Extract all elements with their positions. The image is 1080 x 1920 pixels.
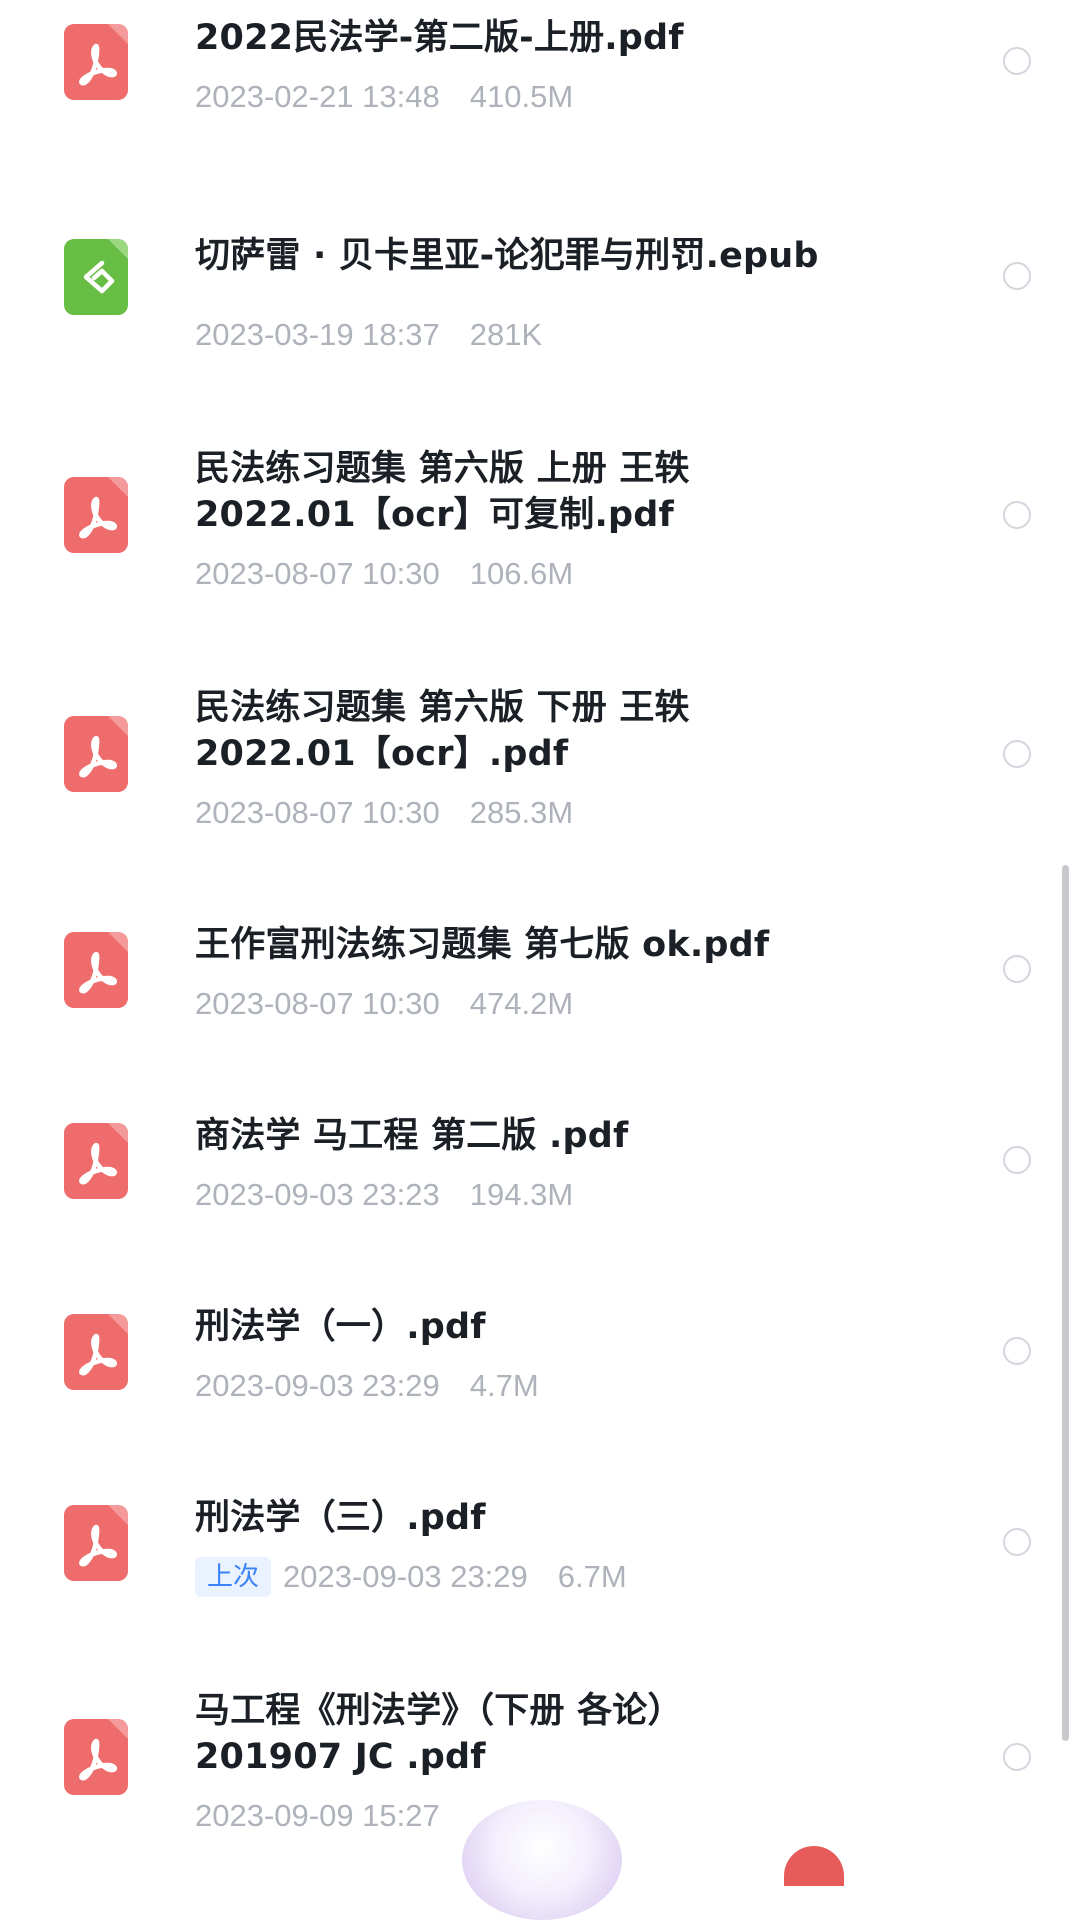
- pdf-icon: [64, 1505, 128, 1581]
- file-name: 刑法学（三）.pdf: [195, 1498, 486, 1538]
- assistant-floating-button[interactable]: [462, 1800, 622, 1920]
- file-date: 2023-02-21 13:48: [195, 79, 440, 114]
- file-meta: 2023-09-09 15:27: [195, 1796, 470, 1836]
- select-radio[interactable]: [1003, 955, 1031, 983]
- pdf-icon: [64, 477, 128, 553]
- select-radio[interactable]: [1003, 1146, 1031, 1174]
- pdf-icon: [64, 716, 128, 792]
- file-date: 2023-08-07 10:30: [195, 795, 440, 830]
- file-date: 2023-08-07 10:30: [195, 986, 440, 1021]
- file-name: 民法练习题集 第六版 上册 王轶 2022.01【ocr】可复制.pdf: [195, 449, 690, 535]
- file-size: 6.7M: [557, 1559, 627, 1594]
- select-radio[interactable]: [1003, 47, 1031, 75]
- file-size: 410.5M: [469, 79, 574, 114]
- file-size: 281K: [469, 317, 543, 352]
- file-date: 2023-09-03 23:29: [283, 1559, 528, 1594]
- file-size: 194.3M: [469, 1177, 574, 1212]
- file-date: 2023-08-07 10:30: [195, 556, 440, 591]
- file-meta: 2023-08-07 10:30 474.2M: [195, 984, 573, 1024]
- file-name: 民法练习题集 第六版 下册 王轶 2022.01【ocr】.pdf: [195, 688, 690, 774]
- pdf-icon: [64, 932, 128, 1008]
- file-meta: 2023-02-21 13:48 410.5M: [195, 77, 573, 117]
- file-size: 285.3M: [469, 795, 574, 830]
- select-radio[interactable]: [1003, 740, 1031, 768]
- file-date: 2023-09-03 23:29: [195, 1368, 440, 1403]
- select-radio[interactable]: [1003, 1337, 1031, 1365]
- file-meta: 2023-09-03 23:23 194.3M: [195, 1175, 573, 1215]
- file-meta: 2023-09-03 23:29 4.7M: [195, 1366, 539, 1406]
- file-name: 2022民法学-第二版-上册.pdf: [195, 18, 684, 58]
- file-size: 474.2M: [469, 986, 574, 1021]
- select-radio[interactable]: [1003, 1528, 1031, 1556]
- file-date: 2023-09-09 15:27: [195, 1798, 440, 1833]
- file-name: 切萨雷 · 贝卡里亚-论犯罪与刑罚.epub: [195, 236, 819, 276]
- pdf-icon: [64, 1314, 128, 1390]
- scrollbar[interactable]: [1062, 865, 1069, 1741]
- floating-action-button[interactable]: [784, 1846, 844, 1886]
- pdf-icon: [64, 1719, 128, 1795]
- file-date: 2023-03-19 18:37: [195, 317, 440, 352]
- select-radio[interactable]: [1003, 1743, 1031, 1771]
- file-name: 王作富刑法练习题集 第七版 ok.pdf: [195, 925, 770, 965]
- file-date: 2023-09-03 23:23: [195, 1177, 440, 1212]
- select-radio[interactable]: [1003, 262, 1031, 290]
- last-opened-badge: 上次: [195, 1557, 272, 1597]
- file-name: 刑法学（一）.pdf: [195, 1307, 486, 1347]
- select-radio[interactable]: [1003, 501, 1031, 529]
- pdf-icon: [64, 24, 128, 100]
- file-meta: 2023-08-07 10:30 106.6M: [195, 554, 573, 594]
- file-name: 商法学 马工程 第二版 .pdf: [195, 1116, 629, 1156]
- file-meta: 2023-03-19 18:37 281K: [195, 315, 542, 355]
- file-name: 马工程《刑法学》（下册 各论） 201907 JC .pdf: [195, 1691, 683, 1777]
- file-size: 4.7M: [469, 1368, 539, 1403]
- pdf-icon: [64, 1123, 128, 1199]
- file-meta: 2023-08-07 10:30 285.3M: [195, 793, 573, 833]
- file-meta: 上次 2023-09-03 23:29 6.7M: [195, 1557, 627, 1597]
- file-size: 106.6M: [469, 556, 574, 591]
- epub-icon: [64, 239, 128, 315]
